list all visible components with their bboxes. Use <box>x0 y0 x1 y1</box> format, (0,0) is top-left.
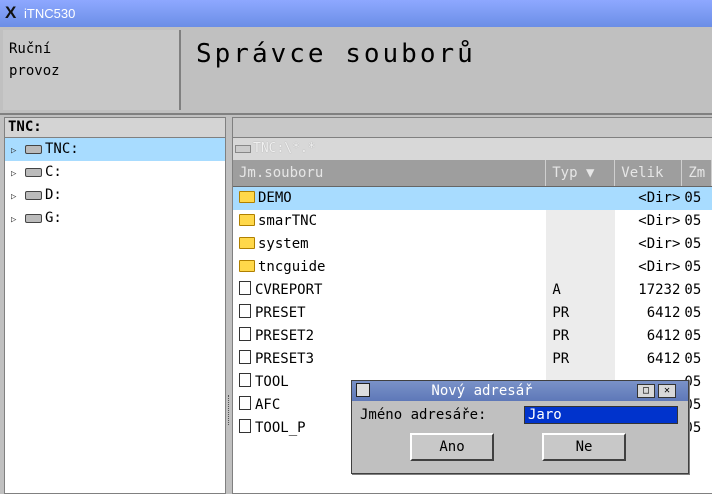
expand-arrow-icon[interactable]: ▷ <box>11 209 25 232</box>
file-icon <box>239 373 251 387</box>
file-type: PR <box>546 302 616 325</box>
file-date: 05 <box>684 351 702 367</box>
column-size[interactable]: Velik <box>615 160 683 186</box>
file-icon <box>239 350 251 364</box>
drive-icon <box>25 144 42 154</box>
file-type <box>546 233 616 256</box>
file-size: 6412 <box>646 351 681 367</box>
folder-icon <box>239 237 255 249</box>
file-name: PRESET <box>255 305 306 321</box>
column-name[interactable]: Jm.souboru <box>233 160 547 186</box>
file-size: <Dir> <box>638 236 681 252</box>
file-row[interactable]: smarTNC <Dir> 05 <box>233 210 712 233</box>
expand-arrow-icon[interactable]: ▷ <box>11 186 25 209</box>
tree-item-tnc[interactable]: ▷ TNC: <box>5 138 225 161</box>
new-directory-dialog: Nový adresář □ ✕ Jméno adresáře: Jaro An… <box>351 380 689 474</box>
path-bar: TNC:\*.* <box>233 138 712 160</box>
folder-icon <box>239 191 255 203</box>
file-size: <Dir> <box>638 213 681 229</box>
column-type[interactable]: Typ ▼ <box>546 160 616 186</box>
file-icon <box>239 304 251 318</box>
file-row[interactable]: DEMO <Dir> 05 <box>233 187 712 210</box>
file-type: PR <box>546 348 616 371</box>
drive-icon <box>235 144 251 153</box>
column-date[interactable]: Zm <box>682 160 712 186</box>
window-titlebar: X iTNC530 <box>0 0 712 27</box>
file-size: 6412 <box>646 328 681 344</box>
file-icon <box>239 281 251 295</box>
maximize-icon[interactable]: □ <box>637 384 655 398</box>
file-icon <box>239 327 251 341</box>
tree-item-label: G: <box>45 210 62 226</box>
ok-button[interactable]: Ano <box>410 433 494 461</box>
file-size: 17232 <box>638 282 681 298</box>
directory-name-label: Jméno adresáře: <box>360 407 487 423</box>
file-date: 05 <box>684 190 702 206</box>
folder-icon <box>239 260 255 272</box>
file-row[interactable]: PRESET3 PR 6412 05 <box>233 348 712 371</box>
tree-item-g[interactable]: ▷ G: <box>5 207 225 230</box>
file-row[interactable]: CVREPORT A 17232 05 <box>233 279 712 302</box>
file-row[interactable]: PRESET2 PR 6412 05 <box>233 325 712 348</box>
x-window-icon: X <box>5 3 17 22</box>
file-panel-top <box>233 118 712 138</box>
file-name: AFC <box>255 397 281 413</box>
file-icon <box>239 419 251 433</box>
expand-arrow-icon[interactable]: ▷ <box>11 163 25 186</box>
file-row[interactable]: system <Dir> 05 <box>233 233 712 256</box>
drive-icon <box>25 167 42 177</box>
dialog-titlebar: Nový adresář □ ✕ <box>352 381 688 401</box>
mode-line-2: provoz <box>9 63 60 79</box>
current-path: TNC:\*.* <box>253 141 316 156</box>
column-header: Jm.souboru Typ ▼ Velik Zm <box>233 160 712 187</box>
file-date: 05 <box>684 305 702 321</box>
file-row[interactable]: tncguide <Dir> 05 <box>233 256 712 279</box>
file-name: TOOL_P <box>255 420 306 436</box>
file-name: CVREPORT <box>255 282 323 298</box>
file-type: PR <box>546 325 616 348</box>
tree-item-label: D: <box>45 187 62 203</box>
cancel-button[interactable]: Ne <box>542 433 626 461</box>
tree-item-label: TNC: <box>45 141 79 157</box>
folder-icon <box>239 214 255 226</box>
expand-arrow-icon[interactable]: ▷ <box>11 140 25 163</box>
file-date: 05 <box>684 259 702 275</box>
window-title: iTNC530 <box>24 6 76 21</box>
tree-item-d[interactable]: ▷ D: <box>5 184 225 207</box>
mode-line-1: Ruční <box>9 41 52 57</box>
file-date: 05 <box>684 328 702 344</box>
file-name: PRESET2 <box>255 328 315 344</box>
file-name: TOOL <box>255 374 289 390</box>
header: Ruční provoz Správce souborů <box>0 27 712 115</box>
file-row[interactable]: PRESET PR 6412 05 <box>233 302 712 325</box>
drive-icon <box>25 213 42 223</box>
operating-mode: Ruční provoz <box>3 30 181 110</box>
file-size: <Dir> <box>638 190 681 206</box>
close-icon[interactable]: ✕ <box>658 384 676 398</box>
file-icon <box>239 396 251 410</box>
file-size: <Dir> <box>638 259 681 275</box>
tree-header: TNC: <box>5 118 225 138</box>
drive-tree: TNC: ▷ TNC: ▷ C: ▷ D: ▷ G: <box>4 117 226 494</box>
file-name: smarTNC <box>258 213 318 229</box>
file-date: 05 <box>684 282 702 298</box>
file-name: DEMO <box>258 190 292 206</box>
tree-item-c[interactable]: ▷ C: <box>5 161 225 184</box>
file-date: 05 <box>684 236 702 252</box>
tree-item-label: C: <box>45 164 62 180</box>
file-date: 05 <box>684 213 702 229</box>
file-name: tncguide <box>258 259 326 275</box>
file-type: A <box>546 279 616 302</box>
file-name: PRESET3 <box>255 351 315 367</box>
file-type <box>546 210 616 233</box>
file-type <box>546 187 616 210</box>
file-type <box>546 256 616 279</box>
drive-icon <box>25 190 42 200</box>
page-title: Správce souborů <box>196 39 476 69</box>
directory-name-input[interactable]: Jaro <box>524 406 678 424</box>
file-size: 6412 <box>646 305 681 321</box>
dialog-title: Nový adresář <box>431 383 533 399</box>
file-name: system <box>258 236 309 252</box>
